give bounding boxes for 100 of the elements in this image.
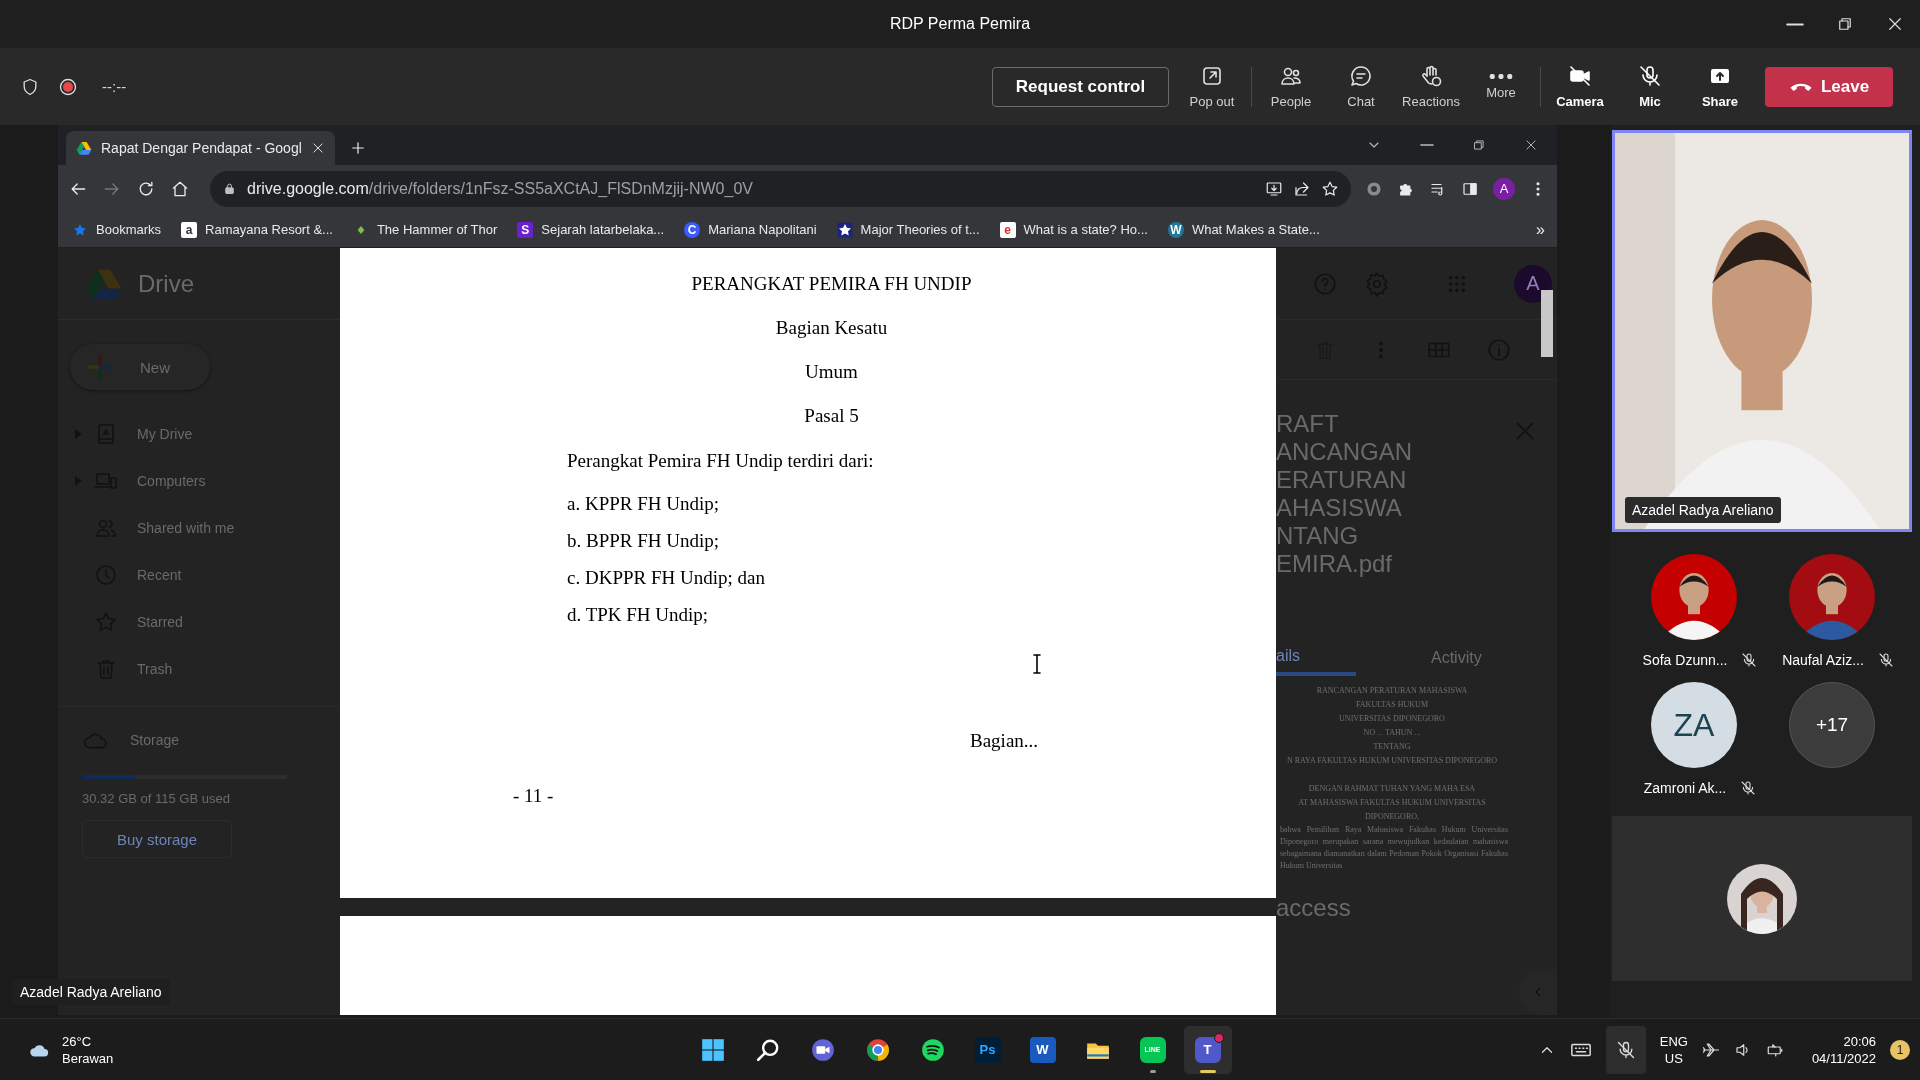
bookmark-item[interactable]: S Sejarah latarbelaka... [517, 221, 665, 238]
camera-off-icon [1568, 64, 1592, 88]
document-heading: Umum [804, 360, 859, 384]
list-item: d. TPK FH Undip; [567, 603, 709, 627]
drive-logo-icon [76, 140, 92, 156]
document-heading: Pasal 5 [803, 404, 860, 428]
taskbar-app[interactable]: T [1183, 1025, 1232, 1074]
presenter-name: Azadel Radya Areliano [12, 979, 170, 1005]
pop-out-icon [1200, 64, 1224, 88]
weather-condition: Berawan [62, 1049, 114, 1067]
file-title: ANCANGAN [1276, 438, 1414, 466]
document-heading: Bagian Kesatu [774, 316, 889, 340]
restore-icon [1836, 15, 1854, 33]
account-avatar[interactable]: A [1514, 264, 1552, 303]
list-item: b. BPPR FH Undip; [567, 529, 720, 553]
storage-label: Storage [130, 732, 180, 748]
favicon-icon: W [1167, 221, 1184, 238]
preview-text: DENGAN RAHMAT TUHAN YANG MAHA ESA [1307, 783, 1477, 795]
clock[interactable]: 20:06 04/11/2022 [1811, 1032, 1876, 1067]
bookmark-star-icon[interactable] [1321, 179, 1339, 198]
teams-icon: T [1194, 1036, 1221, 1063]
preview-text: AT MAHASISWA FAKULTAS HUKUM UNIVERSITAS [1297, 797, 1487, 809]
word-processor-icon: W [1029, 1036, 1056, 1063]
preview-text: NO ... TAHUN ... [1362, 727, 1422, 739]
share-icon[interactable] [1293, 179, 1311, 198]
address-bar[interactable]: drive.google.com/drive/folders/1nFsz-SS5aXCtAJ_FlSDnMzjij-NW0_0V [210, 170, 1351, 207]
bookmark-item[interactable]: e What is a state? Ho... [999, 221, 1148, 238]
favicon-icon: e [999, 221, 1016, 238]
share-button[interactable]: Share [1685, 53, 1755, 120]
more-icon [1489, 73, 1513, 79]
list-item: c. DKPPR FH Undip; dan [567, 566, 765, 590]
chat-button[interactable]: Chat [1326, 53, 1396, 120]
close-icon[interactable] [1524, 138, 1538, 152]
preview-text: DIPONEGORO, [1364, 811, 1420, 823]
start-button [699, 1036, 726, 1063]
bookmark-item[interactable]: Major Theories of t... [836, 221, 980, 238]
mic-off-icon [1615, 1039, 1636, 1060]
participant-name: Azadel Radya Areliano [1625, 497, 1781, 523]
camera-button[interactable]: Camera [1545, 53, 1615, 120]
mic-off-icon [1638, 64, 1662, 88]
plus-icon [86, 353, 114, 381]
bookmark-item[interactable]: C Mariana Napolitani [684, 221, 817, 238]
avatar-initials: ZA [1651, 682, 1737, 768]
participant-name: Naufal Aziz... [1782, 652, 1864, 668]
file-title: EMIRA.pdf [1276, 550, 1394, 578]
extension-icon[interactable] [1365, 179, 1383, 198]
phone-icon [1788, 81, 1813, 92]
tab-title: Rapat Dengar Pendapat - Googl [101, 140, 302, 156]
buy-storage-button[interactable]: Buy storage [82, 820, 232, 858]
more-participants-button[interactable]: +17 [1789, 682, 1875, 768]
taskbar-app[interactable]: Ps [963, 1025, 1012, 1074]
microphone-button[interactable] [1605, 1025, 1646, 1074]
notification-badge[interactable]: 1 [1890, 1039, 1910, 1060]
preview-text: N RAYA FAKULTAS HUKUM UNIVERSITAS DIPONEGORO [1285, 755, 1499, 767]
scrollbar[interactable] [1541, 290, 1553, 357]
section-heading: access [1276, 894, 1352, 922]
music-icon [919, 1036, 946, 1063]
language-indicator[interactable]: ENG US [1659, 1032, 1688, 1067]
drive-logo-text: Drive [138, 269, 194, 298]
browser-icon [864, 1036, 891, 1063]
bookmark-item[interactable]: a Ramayana Resort &... [181, 221, 333, 238]
document-heading: PERANGKAT PEMIRA FH UNDIP [690, 272, 973, 296]
people-button[interactable]: People [1256, 53, 1326, 120]
close-icon [1886, 15, 1904, 33]
document-text: Perangkat Pemira FH Undip terdiri dari: [567, 449, 874, 473]
favicon-icon: a [181, 221, 198, 238]
favicon-icon: S [517, 221, 534, 238]
preview-text: FAKULTAS HUKUM [1354, 699, 1429, 711]
more-button[interactable]: More [1466, 53, 1536, 120]
preview-text: UNIVERSITAS DIPONEGORO [1338, 713, 1446, 725]
participant-name: Sofa Dzunn... [1642, 652, 1728, 668]
favicon-icon: C [684, 221, 701, 238]
profile-avatar[interactable]: A [1493, 177, 1515, 200]
reactions-button[interactable]: Reactions [1396, 53, 1466, 120]
catchword: Bagian... [970, 730, 1039, 752]
more-bookmarks-button[interactable]: » [1536, 220, 1545, 239]
image-editor-icon: Ps [974, 1036, 1001, 1063]
details-tab[interactable]: ails [1276, 640, 1356, 676]
url-text: drive.google.com/drive/folders/1nFsz-SS5aXCtAJ_FlSDnMzjij-NW0_0V [247, 179, 753, 198]
minimize-icon[interactable] [1420, 143, 1434, 147]
file-title: RAFT [1276, 410, 1340, 438]
close-tab-icon[interactable] [310, 141, 325, 155]
file-title: AHASISWA [1276, 494, 1403, 522]
leave-button[interactable]: Leave [1765, 66, 1893, 107]
airplane-icon[interactable] [1701, 1040, 1720, 1059]
install-icon[interactable] [1265, 179, 1283, 198]
bookmark-item[interactable]: Bookmarks [72, 221, 162, 238]
file-title: NTANG [1276, 522, 1360, 550]
request-control-button[interactable]: Request control [992, 66, 1169, 107]
bookmark-item[interactable]: W What Makes a State... [1167, 221, 1320, 238]
minimize-icon [1786, 21, 1804, 27]
bookmark-item[interactable]: The Hammer of Thor [352, 221, 498, 238]
restore-icon[interactable] [1472, 138, 1486, 152]
page-number: - 11 - [513, 785, 554, 807]
mic-button[interactable]: Mic [1615, 53, 1685, 120]
record-icon [58, 76, 78, 97]
video-call-icon [809, 1036, 836, 1063]
pop-out-button[interactable]: Pop out [1177, 53, 1247, 120]
browser-tab[interactable]: Rapat Dengar Pendapat - Googl [66, 131, 335, 165]
taskbar-app[interactable]: W [1018, 1025, 1067, 1074]
